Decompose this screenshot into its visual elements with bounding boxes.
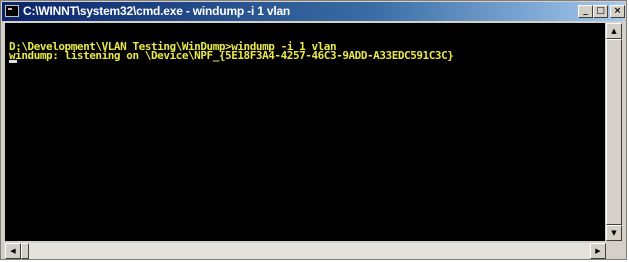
console-window: C:\WINNT\system32\cmd.exe - windump -i 1… (0, 0, 627, 260)
window-title: C:\WINNT\system32\cmd.exe - windump -i 1… (23, 4, 291, 18)
text-cursor (9, 60, 17, 63)
scroll-left-button[interactable]: ◀ (5, 243, 21, 259)
horizontal-scroll-thumb[interactable] (21, 243, 29, 259)
maximize-button[interactable]: □ (593, 5, 608, 18)
horizontal-scrollbar[interactable]: ◀ ▶ (5, 243, 606, 259)
size-grip (606, 243, 622, 259)
close-button[interactable]: × (610, 5, 625, 18)
scroll-right-button[interactable]: ▶ (590, 243, 606, 259)
scroll-up-button[interactable]: ▲ (606, 23, 622, 39)
console-output[interactable]: D:\Development\VLAN Testing\WinDump>wind… (5, 23, 605, 241)
console-line: windump: listening on \Device\NPF_{5E18F… (9, 49, 454, 62)
title-bar[interactable]: C:\WINNT\system32\cmd.exe - windump -i 1… (2, 2, 625, 21)
vertical-scrollbar[interactable]: ▲ ▼ (606, 23, 622, 241)
vertical-scroll-thumb[interactable] (606, 39, 622, 225)
cmd-icon[interactable] (5, 5, 19, 17)
scroll-down-button[interactable]: ▼ (606, 225, 622, 241)
minimize-button[interactable]: _ (578, 5, 593, 18)
